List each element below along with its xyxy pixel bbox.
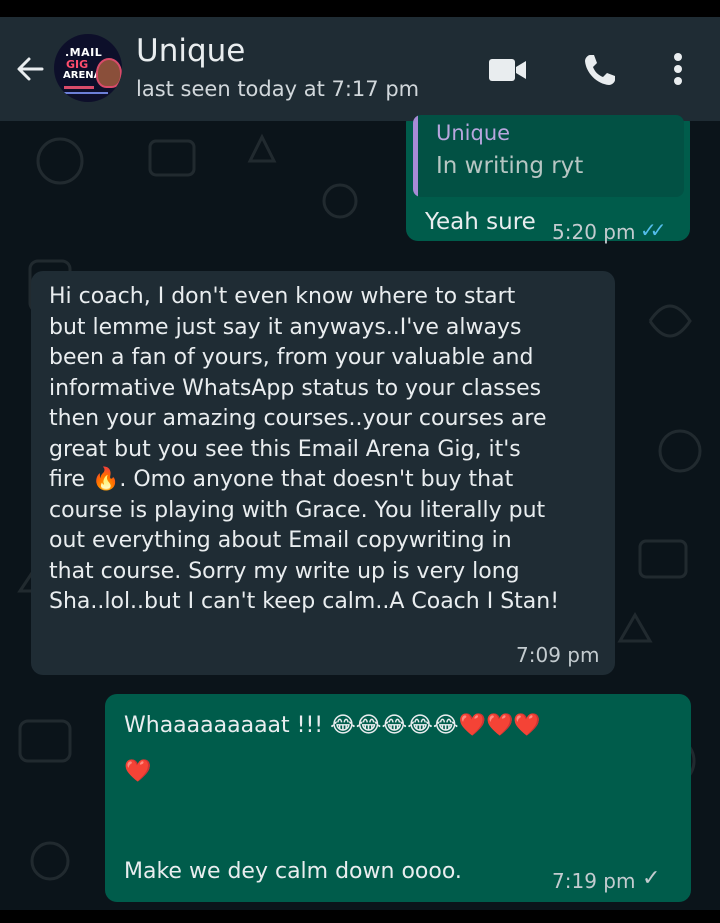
message-time: 7:19 pm [552, 869, 636, 893]
avatar-decoration [64, 92, 108, 94]
contact-name[interactable]: Unique [136, 33, 245, 69]
quote-text: In writing ryt [436, 153, 584, 179]
quote-author: Unique [436, 121, 511, 145]
avatar-portrait [96, 58, 122, 88]
last-seen-status: last seen today at 7:17 pm [136, 77, 420, 101]
quoted-reply[interactable]: Unique In writing ryt [413, 115, 684, 197]
message-time: 5:20 pm [552, 220, 636, 244]
message-time: 7:09 pm [516, 643, 600, 667]
chat-header: .MAIL GIG ARENA Unique last seen today a… [0, 17, 720, 121]
voice-call-icon[interactable] [581, 51, 619, 89]
back-arrow-icon[interactable] [12, 51, 48, 87]
sent-check-icon: ✓ [642, 866, 661, 891]
more-options-icon[interactable] [670, 49, 686, 89]
message-text-line: ❤️ [124, 759, 152, 784]
avatar[interactable]: .MAIL GIG ARENA [54, 34, 122, 102]
status-bar [0, 0, 720, 17]
message-text-line: Make we dey calm down oooo. [124, 859, 462, 884]
quote-accent-bar [413, 115, 418, 197]
message-text: Hi coach, I don't even know where to sta… [49, 284, 560, 614]
video-call-icon[interactable] [487, 55, 529, 85]
avatar-decoration [64, 86, 94, 89]
navigation-bar [0, 910, 720, 923]
message-text-line: Whaaaaaaaaat !!! 😂😂😂😂😂❤️❤️❤️ [124, 713, 541, 738]
read-receipt-icon: ✓✓ [640, 218, 666, 242]
message-text: Yeah sure [425, 209, 536, 235]
